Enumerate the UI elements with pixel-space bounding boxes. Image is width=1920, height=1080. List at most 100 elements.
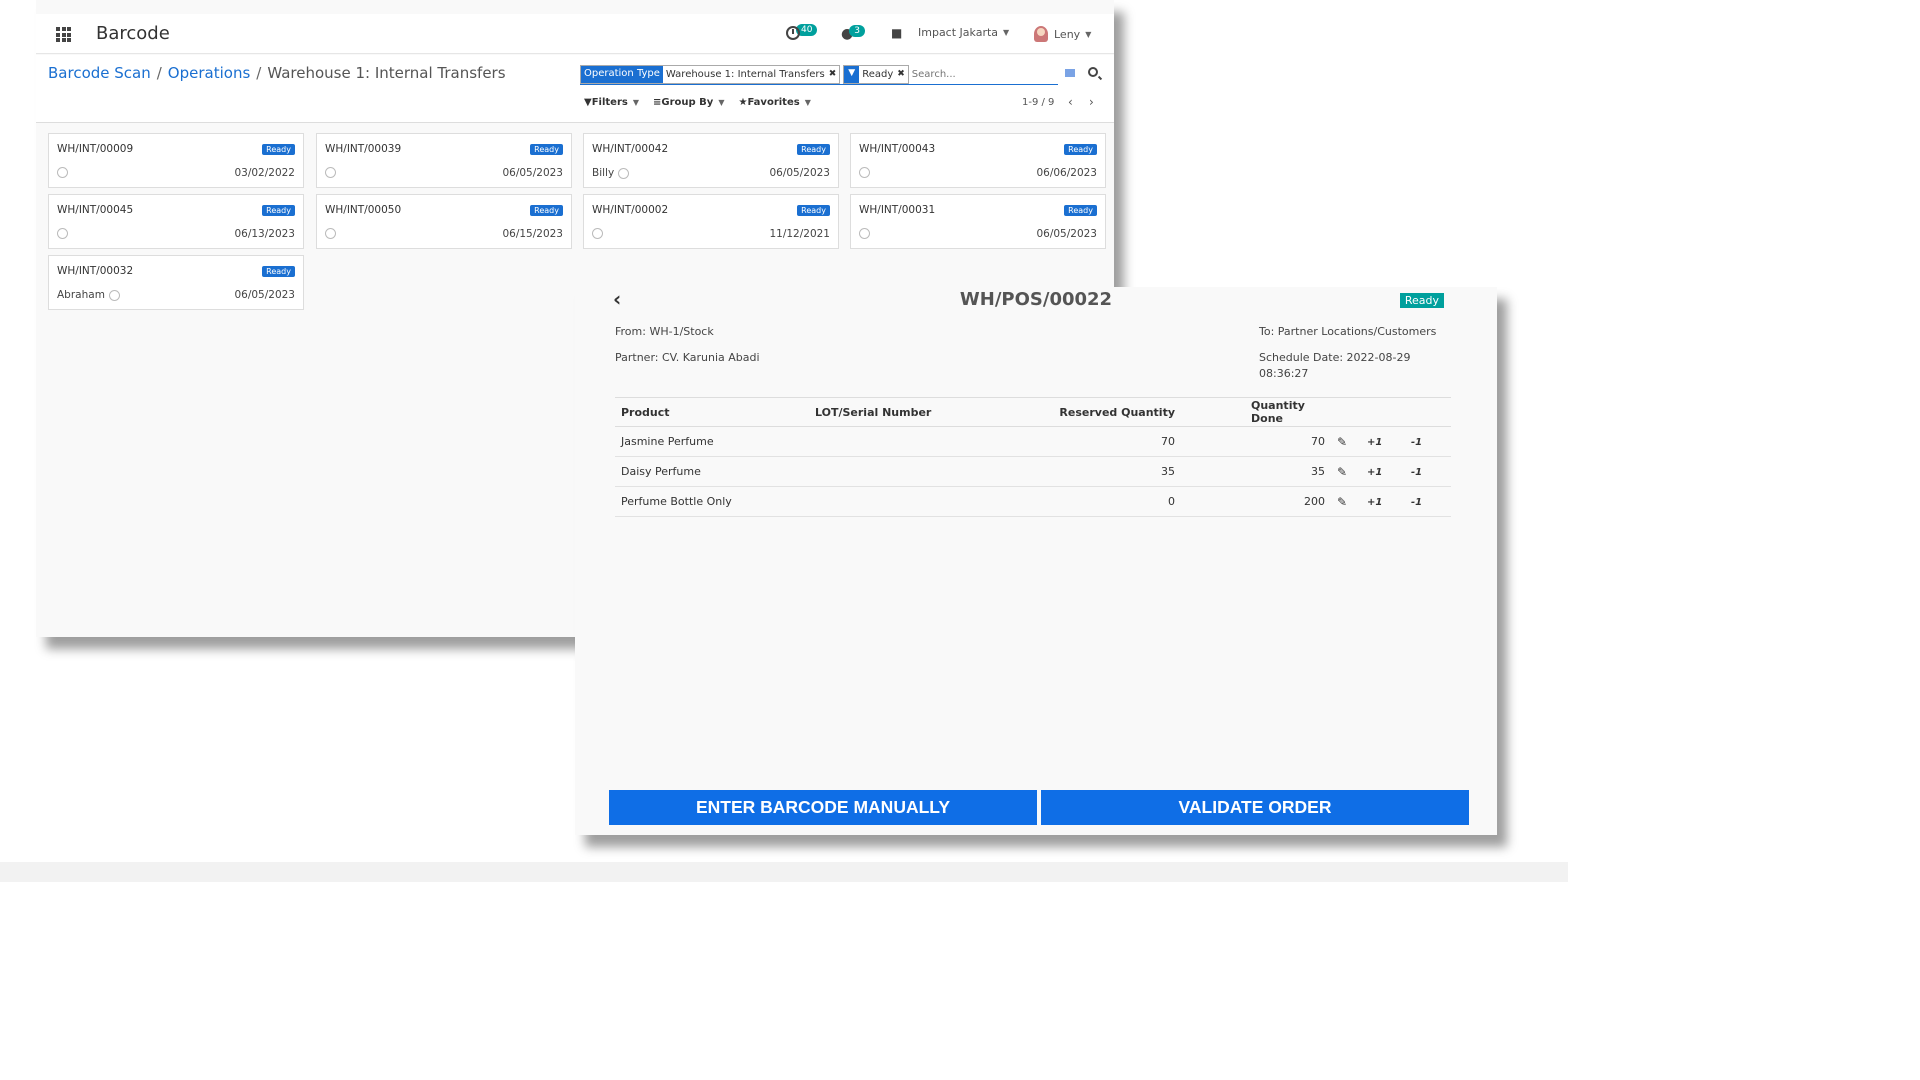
pager-previous-icon[interactable]: ‹: [1068, 95, 1073, 109]
card-date: 06/05/2023: [1036, 228, 1097, 240]
table-header-row: Product LOT/Serial Number Reserved Quant…: [615, 397, 1451, 427]
clock-icon[interactable]: [57, 228, 68, 239]
card-date: 06/15/2023: [502, 228, 563, 240]
kanban-card[interactable]: WH/INT/00039 Ready 06/05/2023: [316, 133, 572, 188]
pager-next-icon[interactable]: ›: [1089, 95, 1094, 109]
status-badge: Ready: [1399, 293, 1444, 308]
facet-value: Warehouse 1: Internal Transfers ✖: [663, 66, 839, 83]
filters-dropdown[interactable]: ▼Filters ▼: [584, 97, 639, 108]
column-header: Reserved Quantity: [1009, 397, 1181, 427]
breadcrumb-separator: /: [256, 64, 262, 82]
kanban-card[interactable]: WH/INT/00009 Ready 03/02/2022: [48, 133, 304, 188]
owner-name: Billy: [592, 167, 615, 179]
owner-name: Abraham: [57, 289, 105, 301]
pencil-icon[interactable]: ✎: [1337, 435, 1347, 449]
breadcrumb-current: Warehouse 1: Internal Transfers: [267, 64, 506, 82]
view-switcher-icon[interactable]: [1065, 69, 1075, 77]
search-icon[interactable]: [1088, 67, 1098, 77]
background-strip: [0, 862, 1568, 882]
increment-button[interactable]: +1: [1367, 467, 1382, 478]
clock-icon[interactable]: [57, 167, 68, 178]
clock-icon[interactable]: [108, 289, 120, 301]
facet-value-text: Warehouse 1: Internal Transfers: [665, 68, 825, 80]
partner-name: Partner: CV. Karunia Abadi: [615, 351, 760, 364]
decrement-button[interactable]: -1: [1411, 467, 1422, 478]
clock-icon[interactable]: [325, 228, 336, 239]
card-name: WH/INT/00002: [592, 204, 669, 216]
caret-down-icon: ▼: [804, 98, 811, 107]
card-owner: [325, 228, 336, 239]
increment-button[interactable]: +1: [1367, 497, 1382, 508]
source-location: From: WH-1/Stock: [615, 325, 714, 338]
remove-facet-icon[interactable]: ✖: [829, 69, 837, 79]
user-menu[interactable]: Leny ▼: [1034, 26, 1091, 42]
lot-number: [809, 426, 1009, 457]
facet-key: Operation Type: [581, 65, 663, 83]
caret-down-icon: ▼: [1085, 29, 1092, 39]
messages-button[interactable]: ● 3: [841, 25, 865, 42]
search-bar[interactable]: Operation Type Warehouse 1: Internal Tra…: [580, 64, 1058, 85]
groupby-dropdown[interactable]: ≡Group By ▼: [653, 97, 724, 108]
kanban-card[interactable]: WH/INT/00002 Ready 11/12/2021: [583, 194, 839, 249]
decrement-button[interactable]: -1: [1411, 437, 1422, 448]
kanban-card[interactable]: WH/INT/00043 Ready 06/06/2023: [850, 133, 1106, 188]
column-header-empty: [1331, 397, 1361, 427]
favorites-label: Favorites: [747, 97, 800, 108]
pencil-icon[interactable]: ✎: [1337, 465, 1347, 479]
validate-order-button[interactable]: VALIDATE ORDER: [1041, 790, 1469, 825]
card-date: 06/13/2023: [234, 228, 295, 240]
filter-icon: ▼: [844, 65, 860, 83]
clock-icon[interactable]: [325, 167, 336, 178]
card-owner: [859, 228, 870, 239]
product-name: Jasmine Perfume: [615, 426, 809, 457]
breadcrumb-barcode-scan[interactable]: Barcode Scan: [48, 64, 151, 82]
clock-icon[interactable]: [618, 167, 630, 179]
search-input[interactable]: [911, 68, 1042, 80]
reserved-quantity: 70: [1009, 426, 1181, 457]
kanban-card[interactable]: WH/INT/00032 Ready Abraham 06/05/2023: [48, 255, 304, 310]
activity-button[interactable]: 40: [786, 24, 818, 40]
card-name: WH/INT/00031: [859, 204, 936, 216]
schedule-date: Schedule Date: 2022-08-29: [1259, 351, 1411, 364]
favorites-dropdown[interactable]: ★Favorites ▼: [738, 97, 810, 108]
table-row[interactable]: Daisy Perfume 35 35 ✎ +1 -1: [615, 456, 1451, 487]
decrement-button[interactable]: -1: [1411, 497, 1422, 508]
facet-value: Ready ✖: [859, 66, 908, 83]
lot-number: [809, 486, 1009, 517]
kanban-card[interactable]: WH/INT/00031 Ready 06/05/2023: [850, 194, 1106, 249]
status-badge: Ready: [530, 144, 563, 155]
card-owner: [57, 228, 68, 239]
clock-icon[interactable]: [592, 228, 603, 239]
clock-icon[interactable]: [859, 228, 870, 239]
pager-value[interactable]: 1-9 / 9: [1022, 97, 1054, 108]
kanban-card[interactable]: WH/INT/00042 Ready Billy 06/05/2023: [583, 133, 839, 188]
breadcrumb-separator: /: [156, 64, 162, 82]
table-row[interactable]: Perfume Bottle Only 0 200 ✎ +1 -1: [615, 486, 1451, 517]
apps-grid-icon[interactable]: [56, 27, 71, 42]
kanban-card[interactable]: WH/INT/00050 Ready 06/15/2023: [316, 194, 572, 249]
product-name: Daisy Perfume: [615, 456, 809, 487]
lot-number: [809, 456, 1009, 487]
status-badge: Ready: [530, 205, 563, 216]
gift-button[interactable]: ■: [891, 26, 902, 40]
company-switcher[interactable]: Impact Jakarta ▼: [918, 26, 1009, 39]
clock-icon[interactable]: [859, 167, 870, 178]
pencil-icon[interactable]: ✎: [1337, 495, 1347, 509]
gift-icon: ■: [891, 26, 903, 40]
card-owner: [57, 167, 68, 178]
filters-label: Filters: [591, 97, 628, 108]
table-row[interactable]: Jasmine Perfume 70 70 ✎ +1 -1: [615, 426, 1451, 457]
increment-button[interactable]: +1: [1367, 437, 1382, 448]
user-name: Leny: [1054, 27, 1081, 41]
kanban-card[interactable]: WH/INT/00045 Ready 06/13/2023: [48, 194, 304, 249]
card-date: 06/06/2023: [1036, 167, 1097, 179]
status-badge: Ready: [1064, 144, 1097, 155]
product-name: Perfume Bottle Only: [615, 486, 809, 517]
status-badge: Ready: [797, 205, 830, 216]
groupby-label: Group By: [661, 97, 714, 108]
remove-facet-icon[interactable]: ✖: [897, 69, 905, 79]
enter-barcode-manually-button[interactable]: ENTER BARCODE MANUALLY: [609, 790, 1037, 825]
filter-bar: ▼Filters ▼ ≡Group By ▼ ★Favorites ▼: [584, 97, 811, 108]
top-navbar: Barcode 40 ● 3 ■ Impact Jakarta ▼ Leny ▼: [36, 14, 1114, 54]
breadcrumb-operations[interactable]: Operations: [168, 64, 250, 82]
